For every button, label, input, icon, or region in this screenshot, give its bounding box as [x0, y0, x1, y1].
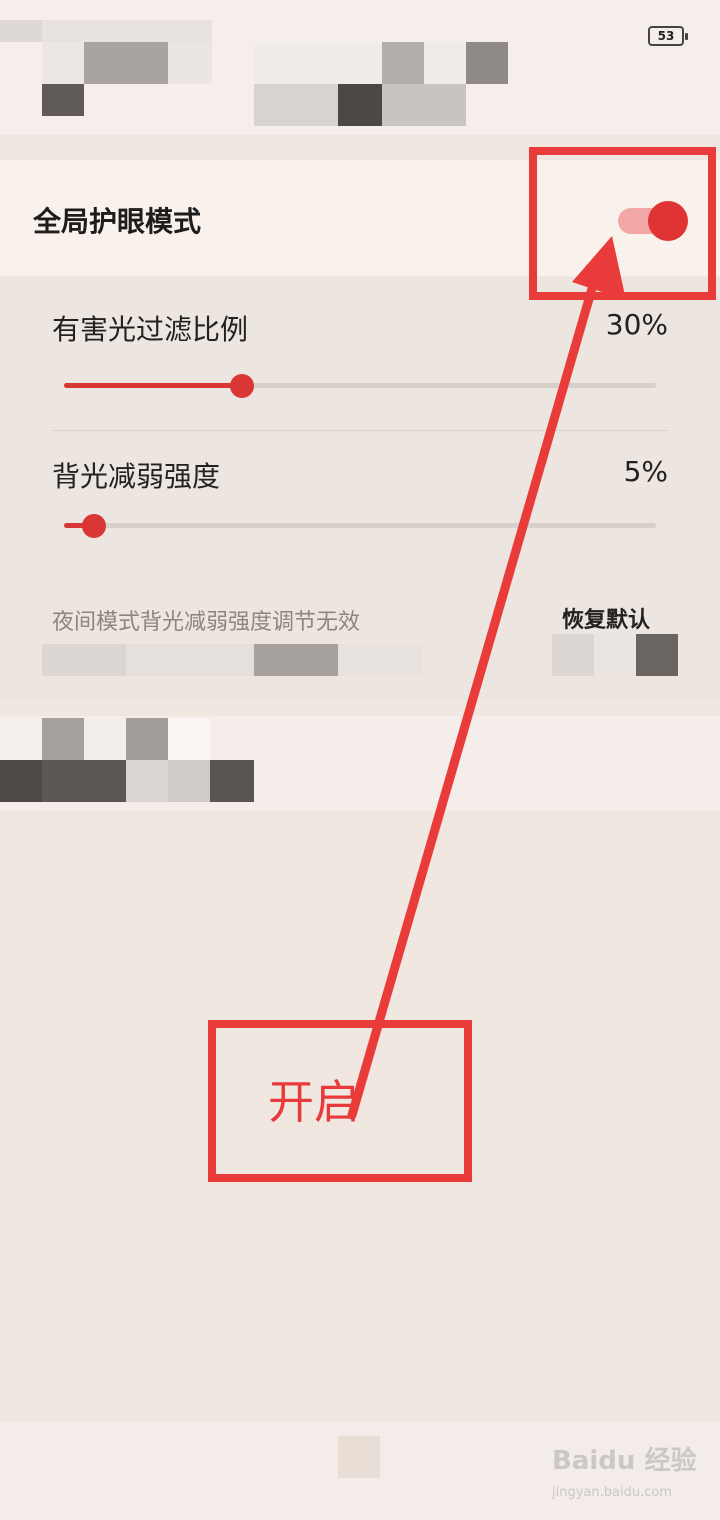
- mosaic-block: [338, 84, 382, 126]
- mosaic-block: [254, 42, 382, 84]
- restore-default-button[interactable]: 恢复默认: [562, 602, 650, 634]
- mosaic-block: [168, 42, 212, 84]
- mosaic-block: [126, 718, 168, 760]
- harmful-light-value: 30%: [605, 308, 668, 341]
- mosaic-block: [254, 84, 338, 126]
- mosaic-block: [42, 760, 126, 802]
- mosaic-block: [594, 634, 636, 676]
- mosaic-block: [210, 760, 254, 802]
- mosaic-block: [382, 42, 424, 84]
- mosaic-block: [126, 644, 254, 676]
- mosaic-block: [338, 1436, 380, 1478]
- mosaic-block: [126, 760, 168, 802]
- harmful-light-slider-thumb[interactable]: [229, 374, 254, 398]
- annotation-highlight-box: [529, 147, 716, 300]
- status-bar: 53: [0, 0, 720, 135]
- mosaic-block: [168, 718, 210, 760]
- harmful-light-slider-fill: [64, 383, 242, 388]
- night-mode-hint: 夜间模式背光减弱强度调节无效: [52, 610, 361, 635]
- mosaic-block: [254, 644, 338, 676]
- mosaic-block: [42, 20, 212, 44]
- battery-icon: 53: [648, 26, 688, 46]
- mosaic-block: [0, 20, 42, 42]
- backlight-slider[interactable]: [64, 523, 656, 528]
- baidu-watermark: Baidu 经验: [552, 1446, 697, 1476]
- mosaic-block: [42, 42, 84, 84]
- mosaic-block: [168, 760, 210, 802]
- baidu-watermark-url: jingyan.baidu.com: [552, 1485, 672, 1500]
- annotation-label: 开启: [268, 1075, 360, 1129]
- mosaic-block: [338, 644, 422, 676]
- eye-care-title: 全局护眼模式: [33, 205, 202, 238]
- mosaic-block: [382, 84, 466, 126]
- mosaic-block: [42, 84, 84, 116]
- mosaic-block: [84, 42, 168, 84]
- mosaic-block: [0, 760, 42, 802]
- harmful-light-label: 有害光过滤比例: [52, 313, 249, 346]
- mosaic-block: [42, 644, 126, 676]
- mosaic-block: [552, 634, 594, 676]
- mosaic-block: [0, 718, 42, 760]
- mosaic-block: [84, 718, 126, 760]
- backlight-label: 背光减弱强度: [52, 460, 221, 493]
- divider: [52, 430, 668, 431]
- mosaic-block: [424, 42, 466, 84]
- backlight-value: 5%: [623, 455, 668, 488]
- mosaic-block: [42, 718, 84, 760]
- mosaic-block: [466, 42, 508, 84]
- backlight-slider-thumb[interactable]: [81, 514, 106, 538]
- mosaic-block: [636, 634, 678, 676]
